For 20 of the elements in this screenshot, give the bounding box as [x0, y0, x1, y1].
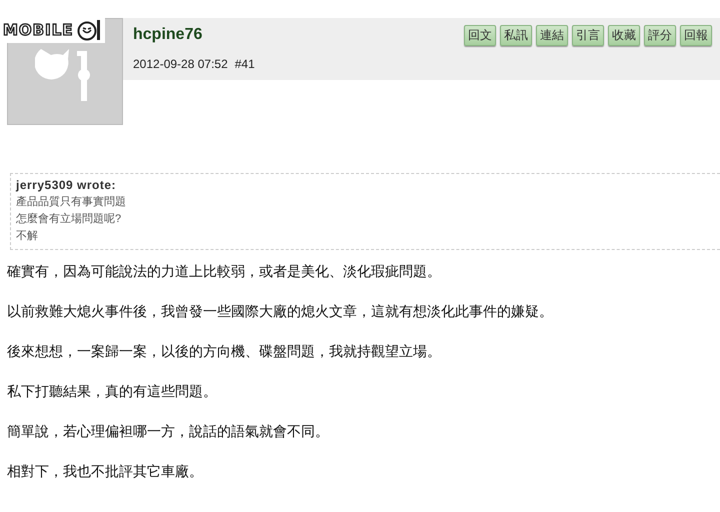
- quote-author: jerry5309 wrote:: [16, 178, 118, 192]
- author-name[interactable]: hcpine76: [133, 26, 255, 44]
- post-paragraph: 相對下，我也不批評其它車廠。: [7, 463, 204, 481]
- post-paragraph: 簡單說，若心理偏袒哪一方，說話的語氣就會不同。: [7, 423, 330, 441]
- action-button[interactable]: 回報: [680, 25, 712, 46]
- action-button[interactable]: 收藏: [608, 25, 640, 46]
- quote-line: 不解: [16, 229, 39, 243]
- quote-line: 產品品質只有事實問題: [16, 195, 127, 209]
- action-button[interactable]: 引言: [572, 25, 604, 46]
- quote-line: 怎麼會有立場問題呢?: [16, 212, 122, 226]
- action-button[interactable]: 評分: [644, 25, 676, 46]
- action-button[interactable]: 回文: [464, 25, 496, 46]
- action-button[interactable]: 私訊: [500, 25, 532, 46]
- post-paragraph: 確實有，因為可能說法的力道上比較弱，或者是美化、淡化瑕疵問題。: [7, 263, 442, 281]
- action-button[interactable]: 連結: [536, 25, 568, 46]
- post-paragraph: 私下打聽結果，真的有這些問題。: [7, 383, 218, 401]
- post-paragraph: 後來想想，一案歸一案，以後的方向機、碟盤問題，我就持觀望立場。: [7, 343, 442, 361]
- post-paragraph: 以前救難大熄火事件後，我曾發一些國際大廠的熄火文章，這就有想淡化此事件的嫌疑。: [7, 303, 554, 321]
- post-number[interactable]: #41: [234, 57, 255, 71]
- post-timestamp: 2012-09-28 07:52: [133, 57, 228, 71]
